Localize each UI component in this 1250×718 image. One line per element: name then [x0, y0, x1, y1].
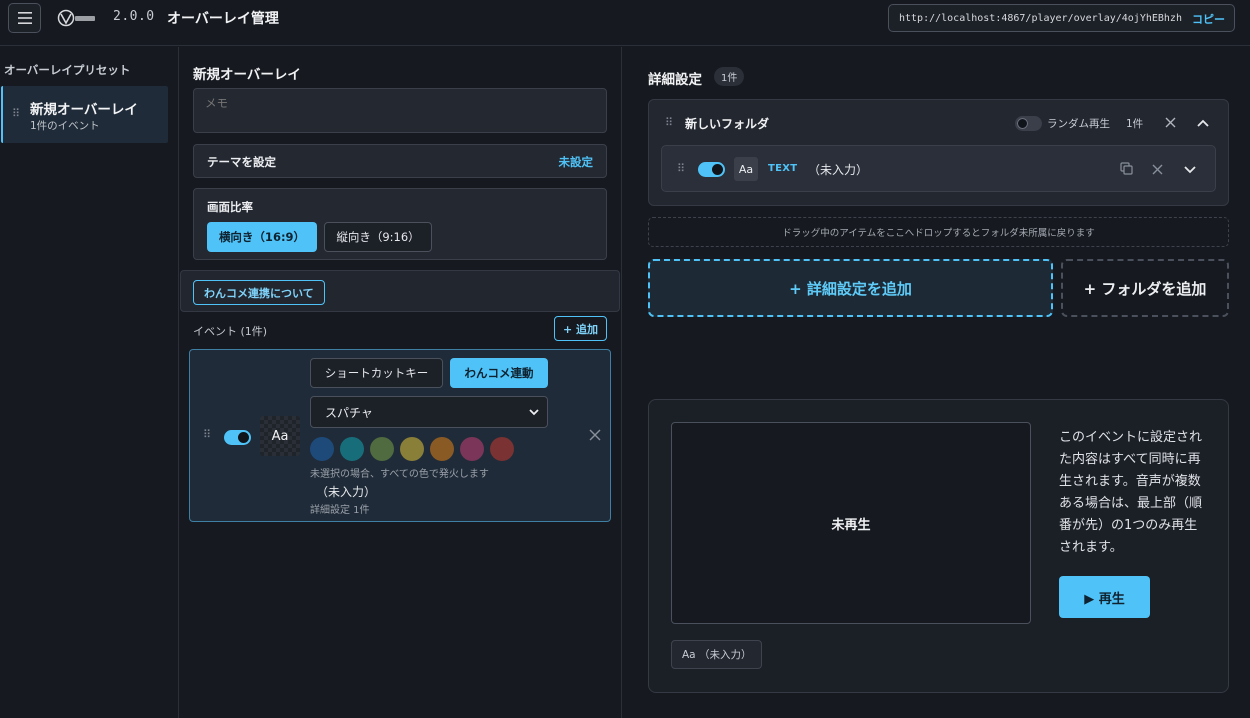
- event-enabled-toggle[interactable]: [224, 430, 251, 445]
- page-title: オーバーレイ管理: [167, 11, 279, 27]
- random-play-label: ランダム再生: [1047, 118, 1110, 130]
- add-event-button[interactable]: + 追加: [554, 316, 607, 341]
- aspect-ratio-label: 画面比率: [207, 200, 253, 214]
- detail-type: TEXT: [768, 163, 798, 174]
- color-swatch[interactable]: [370, 437, 394, 461]
- folder-card: ⠿ 新しいフォルダ ランダム再生 1件 ⠿ Aa TEXT （未入力）: [648, 99, 1229, 206]
- preview-card: 未再生 このイベントに設定された内容はすべて同時に再生されます。音声が複数ある場…: [648, 399, 1229, 693]
- theme-setting[interactable]: テーマを設定 未設定: [193, 144, 607, 178]
- drag-handle-icon[interactable]: ⠿: [203, 429, 211, 440]
- text-type-icon: Aa: [734, 157, 758, 181]
- drag-handle-icon[interactable]: ⠿: [12, 108, 20, 119]
- add-detail-button[interactable]: + 詳細設定を追加: [648, 259, 1053, 317]
- color-swatch[interactable]: [310, 437, 334, 461]
- memo-input[interactable]: [193, 88, 607, 133]
- tab-shortcut-key[interactable]: ショートカットキー: [310, 358, 443, 388]
- event-card: ⠿ Aa ショートカットキー わんコメ連動 スパチャ 未選択の場合、すべての色で…: [189, 349, 611, 522]
- color-swatch[interactable]: [430, 437, 454, 461]
- details-title: 詳細設定: [648, 72, 702, 88]
- color-swatch[interactable]: [460, 437, 484, 461]
- color-swatch[interactable]: [400, 437, 424, 461]
- duplicate-icon[interactable]: [1120, 162, 1133, 175]
- sidebar-title: オーバーレイプリセット: [4, 63, 131, 77]
- trigger-select-value: スパチャ: [325, 405, 373, 420]
- copy-url-button[interactable]: コピー: [1192, 11, 1225, 27]
- text-type-icon: Aa: [260, 416, 300, 456]
- wankome-link-strip: わんコメ連携について: [180, 270, 620, 312]
- add-folder-button[interactable]: + フォルダを追加: [1061, 259, 1229, 317]
- wankome-link-button[interactable]: わんコメ連携について: [193, 280, 325, 305]
- preview-description: このイベントに設定された内容はすべて同時に再生されます。音声が複数ある場合は、最…: [1059, 430, 1203, 555]
- event-detail-count: 詳細設定 1件: [310, 505, 370, 516]
- preset-name: 新規オーバーレイ: [30, 102, 138, 118]
- details-panel: 詳細設定 1件 ⠿ 新しいフォルダ ランダム再生 1件 ⠿ Aa TEXT （未…: [623, 47, 1250, 718]
- close-icon[interactable]: [1165, 117, 1176, 128]
- overlay-name-title[interactable]: 新規オーバーレイ: [193, 63, 301, 83]
- chevron-down-icon: [529, 409, 539, 416]
- random-play-toggle[interactable]: [1015, 116, 1042, 131]
- chevron-down-icon[interactable]: [1184, 166, 1196, 174]
- app-logo-icon: [57, 9, 95, 27]
- close-icon[interactable]: [589, 429, 601, 441]
- theme-value[interactable]: 未設定: [559, 154, 594, 170]
- event-value: （未入力）: [316, 485, 377, 499]
- detail-enabled-toggle[interactable]: [698, 162, 725, 177]
- aspect-ratio-setting: 画面比率 横向き（16:9） 縦向き（9:16）: [193, 188, 607, 260]
- preset-sidebar: オーバーレイプリセット ⠿ 新規オーバーレイ 1件のイベント: [0, 47, 179, 718]
- folder-count: 1件: [1126, 118, 1144, 130]
- ratio-portrait-button[interactable]: 縦向き（9:16）: [324, 222, 432, 252]
- trigger-select[interactable]: スパチャ: [310, 396, 548, 428]
- menu-button[interactable]: [8, 3, 41, 33]
- hamburger-icon: [17, 12, 32, 24]
- overlay-url-field[interactable]: http://localhost:4867/player/overlay/4oj…: [888, 4, 1235, 32]
- events-label: イベント (1件): [193, 325, 268, 338]
- preset-event-count: 1件のイベント: [30, 120, 100, 132]
- details-count-badge: 1件: [714, 67, 745, 86]
- color-swatch[interactable]: [340, 437, 364, 461]
- overlay-url: http://localhost:4867/player/overlay/4oj…: [899, 12, 1182, 24]
- drag-handle-icon[interactable]: ⠿: [677, 163, 685, 174]
- drag-handle-icon[interactable]: ⠿: [665, 117, 673, 128]
- preview-screen: 未再生: [671, 422, 1031, 624]
- detail-value: （未入力）: [808, 163, 869, 177]
- preview-item-tag: Aa （未入力）: [671, 640, 763, 669]
- app-header: 2.0.0 オーバーレイ管理 http://localhost:4867/pla…: [0, 0, 1250, 46]
- color-note: 未選択の場合、すべての色で発火します: [310, 469, 489, 480]
- app-version: 2.0.0: [113, 9, 155, 24]
- folder-name[interactable]: 新しいフォルダ: [685, 115, 769, 132]
- play-button[interactable]: ▶ 再生: [1059, 576, 1150, 618]
- preset-item[interactable]: ⠿ 新規オーバーレイ 1件のイベント: [1, 86, 168, 143]
- close-icon[interactable]: [1152, 164, 1163, 175]
- overlay-editor: 新規オーバーレイ テーマを設定 未設定 画面比率 横向き（16:9） 縦向き（9…: [180, 47, 622, 718]
- color-swatch[interactable]: [490, 437, 514, 461]
- chevron-up-icon[interactable]: [1197, 119, 1209, 127]
- drop-zone[interactable]: ドラッグ中のアイテムをここへドロップするとフォルダ未所属に戻ります: [648, 217, 1229, 247]
- tab-wankome[interactable]: わんコメ連動: [450, 358, 548, 388]
- theme-label: テーマを設定: [207, 155, 276, 169]
- ratio-landscape-button[interactable]: 横向き（16:9）: [207, 222, 317, 252]
- detail-item: ⠿ Aa TEXT （未入力）: [661, 145, 1216, 192]
